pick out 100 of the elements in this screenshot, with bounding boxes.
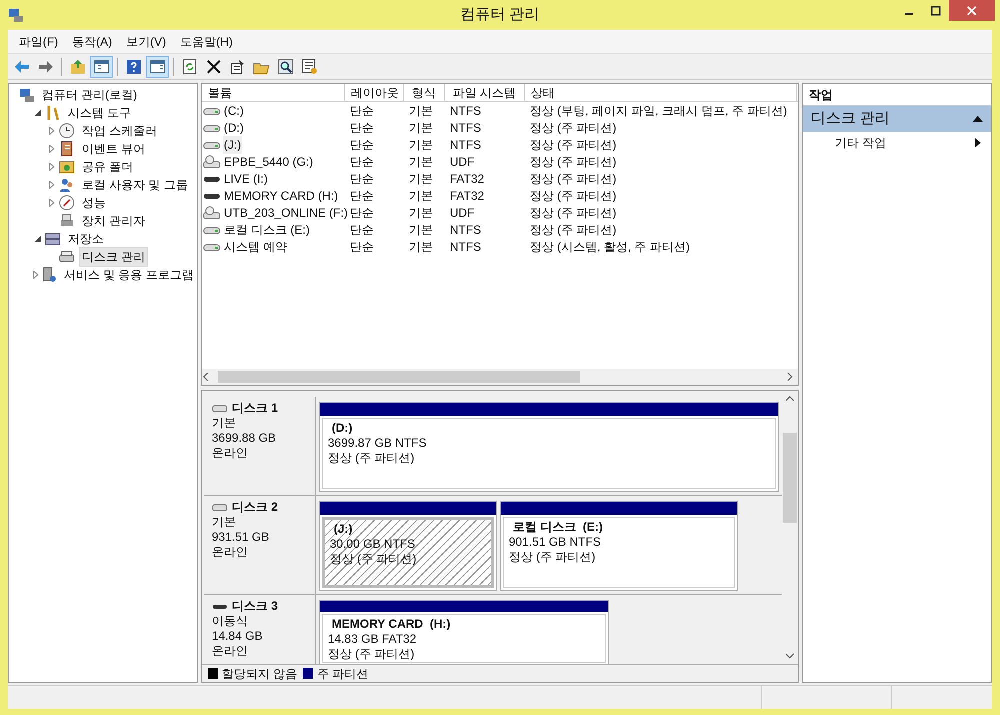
table-cell-text: 단순 (349, 238, 375, 256)
menu-item[interactable]: 파일(F) (14, 32, 64, 50)
menu-item[interactable]: 도움말(H) (175, 32, 238, 50)
table-cell[interactable]: LIVE (I:) (223, 170, 270, 188)
tools-icon (45, 105, 61, 121)
horizontal-scrollbar[interactable] (202, 369, 798, 385)
gauge-icon (59, 195, 75, 211)
table-cell-text: UDF (449, 204, 476, 222)
scroll-up-icon[interactable] (786, 395, 794, 403)
partition[interactable]: 로컬 디스크 (E:) 901.51 GB NTFS 정상 (주 파티션) (500, 501, 738, 591)
tree-item[interactable]: 저장소 (65, 229, 107, 249)
expand-arrow-icon[interactable] (32, 271, 40, 279)
partition-size: 3699.87 GB NTFS (328, 436, 428, 451)
table-cell-text: 기본 (408, 154, 434, 170)
tree-item[interactable]: 이벤트 뷰어 (79, 139, 148, 159)
table-cell-text: 단순 (349, 102, 375, 120)
table-cell-text: 정상 (주 파티션) (529, 222, 618, 238)
collapse-arrow-icon[interactable] (34, 109, 42, 117)
table-cell-text: 정상 (주 파티션) (529, 188, 618, 204)
column-header[interactable]: 레이아웃 (345, 84, 404, 101)
services-icon (40, 267, 57, 283)
app-icon (8, 7, 24, 23)
collapse-arrow-icon[interactable] (973, 116, 983, 122)
tree-item[interactable]: 시스템 도구 (65, 103, 134, 123)
table-cell-text: UDF (449, 154, 476, 170)
expand-arrow-icon[interactable] (48, 181, 56, 189)
optical-drive-icon (203, 206, 221, 220)
menu-item[interactable]: 동작(A) (67, 32, 118, 50)
table-cell-text: 단순 (349, 154, 375, 170)
expand-arrow-icon[interactable] (48, 163, 56, 171)
partition-status: 정상 (주 파티션) (509, 550, 597, 565)
disk-info: 14.84 GB (212, 629, 264, 644)
table-cell-text: 기본 (408, 238, 434, 256)
partition[interactable]: MEMORY CARD (H:) 14.83 GB FAT32 정상 (주 파티션) (319, 600, 609, 664)
scroll-left-icon[interactable] (202, 373, 210, 381)
properties-icon (228, 58, 246, 76)
expand-arrow-icon[interactable] (48, 127, 56, 135)
tree-item[interactable]: 서비스 및 응용 프로그램 (60, 265, 197, 285)
column-header[interactable]: 볼륨 (202, 84, 345, 101)
close-button[interactable] (949, 0, 995, 21)
partition-size: 30.00 GB NTFS (330, 537, 416, 552)
tree-item[interactable]: 장치 관리자 (79, 211, 148, 231)
partition-label: MEMORY CARD (H:) (331, 617, 452, 632)
table-cell-text: FAT32 (449, 188, 486, 204)
partition-size: 901.51 GB NTFS (509, 535, 602, 550)
table-cell[interactable]: (J:) (223, 136, 242, 154)
shared-folder-icon (59, 159, 75, 175)
minimize-icon (904, 12, 912, 14)
action-item[interactable]: 기타 작업 (835, 134, 886, 152)
table-cell[interactable]: 시스템 예약 (223, 238, 288, 256)
tree-item[interactable]: 컴퓨터 관리(로컬) (39, 85, 140, 105)
tree-item[interactable]: 디스크 관리 (79, 247, 148, 267)
expand-arrow-icon[interactable] (48, 199, 56, 207)
tree-item[interactable]: 작업 스케줄러 (79, 121, 160, 141)
menu-item[interactable]: 보기(V) (121, 32, 172, 50)
partition-status: 정상 (주 파티션) (330, 552, 418, 567)
legend-label: 주 파티션 (317, 666, 369, 682)
table-cell[interactable]: UTB_203_ONLINE (F:) (223, 204, 350, 222)
drive-icon (212, 404, 228, 414)
disk-drive-icon (59, 249, 75, 265)
table-cell-text: NTFS (449, 222, 482, 238)
table-cell-text: 기본 (408, 188, 434, 204)
table-cell-text: 기본 (408, 120, 434, 136)
settings-icon (300, 58, 318, 76)
expand-arrow-icon[interactable] (48, 145, 56, 153)
table-cell-text: 기본 (408, 102, 434, 120)
collapse-arrow-icon[interactable] (34, 235, 42, 243)
scrollbar-thumb[interactable] (783, 433, 797, 523)
printer-icon (59, 213, 75, 229)
table-cell[interactable]: 로컬 디스크 (E:) (223, 220, 311, 238)
tree-item[interactable]: 성능 (79, 193, 109, 213)
scroll-right-icon[interactable] (786, 373, 794, 381)
tree-item[interactable]: 공유 폴더 (79, 157, 136, 177)
search-icon (276, 58, 294, 76)
optical-drive-icon (203, 154, 221, 168)
column-header[interactable]: 상태 (525, 84, 797, 101)
table-cell-text: 기본 (408, 222, 434, 238)
partition[interactable]: (J:) 30.00 GB NTFS 정상 (주 파티션) (319, 501, 497, 591)
action-section-header[interactable]: 디스크 관리 (803, 106, 991, 132)
partition-label: (J:) (333, 522, 354, 537)
folder-up-icon (68, 58, 86, 76)
tree-item[interactable]: 로컬 사용자 및 그룹 (79, 175, 192, 195)
scrollbar-thumb[interactable] (218, 371, 580, 383)
column-header[interactable]: 파일 시스템 (445, 84, 525, 101)
partition-label: 로컬 디스크 (E:) (512, 520, 604, 535)
partition-status: 정상 (주 파티션) (328, 451, 416, 466)
close-icon (204, 58, 222, 76)
table-cell[interactable]: (C:) (223, 102, 245, 120)
help-icon (124, 58, 142, 76)
action-pane-icon (148, 58, 166, 76)
column-header[interactable]: 형식 (404, 84, 445, 101)
scroll-down-icon[interactable] (786, 652, 794, 660)
table-cell[interactable]: (D:) (223, 118, 245, 136)
table-cell[interactable]: EPBE_5440 (G:) (223, 152, 314, 170)
tree-pane-icon (92, 58, 110, 76)
table-cell[interactable]: MEMORY CARD (H:) (223, 186, 340, 204)
disk-name: 디스크 2 (232, 500, 278, 515)
table-cell-text: 기본 (408, 136, 434, 154)
partition[interactable]: (D:) 3699.87 GB NTFS 정상 (주 파티션) (319, 402, 779, 492)
drive-icon (212, 502, 228, 512)
